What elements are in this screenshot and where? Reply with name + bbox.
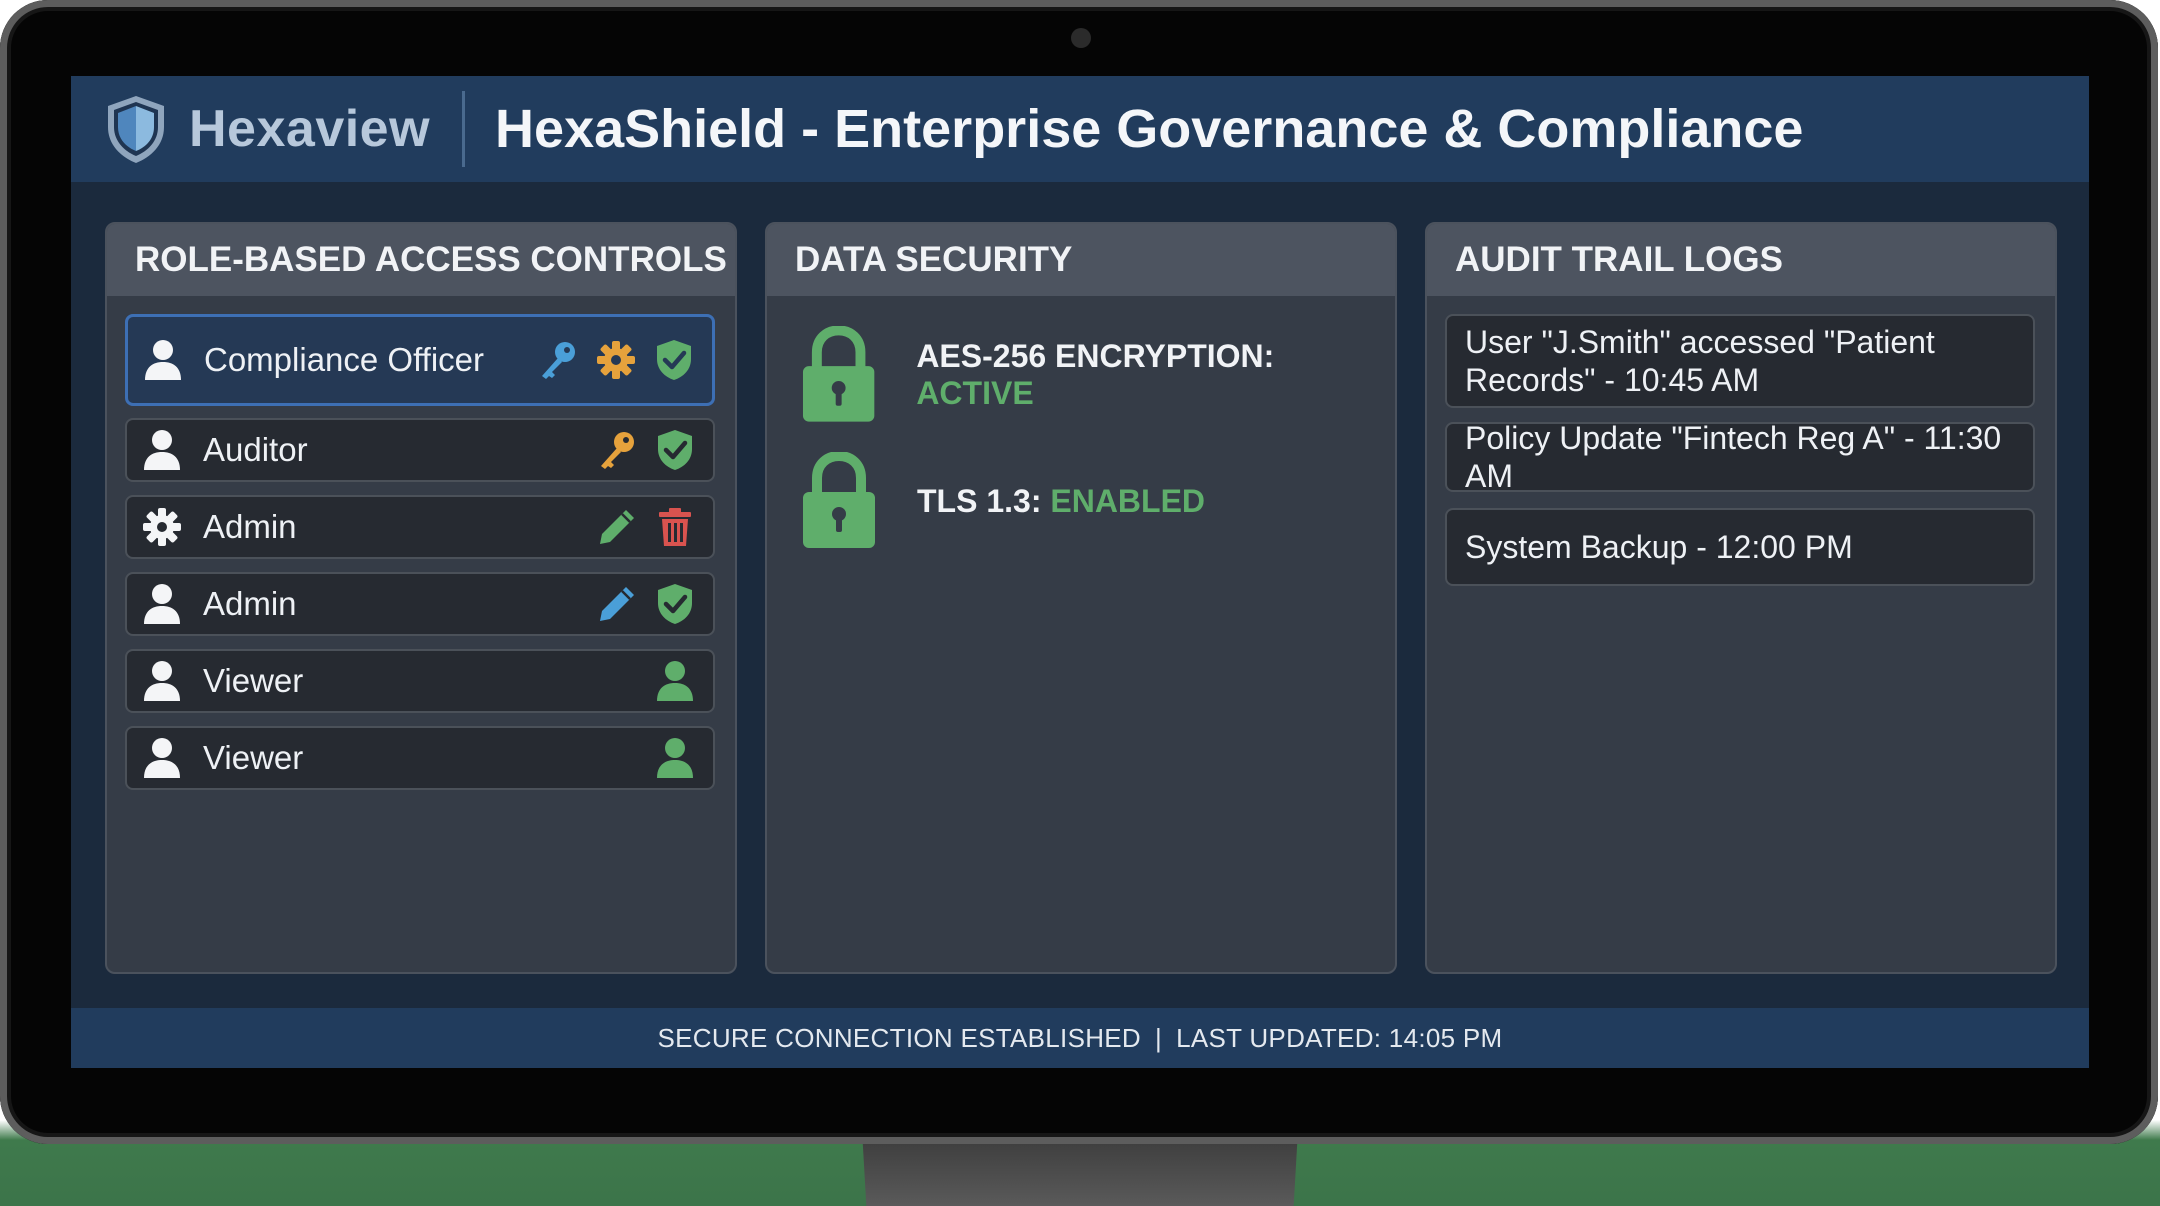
trash-icon[interactable] (653, 505, 697, 549)
connection-status: SECURE CONNECTION ESTABLISHED (657, 1022, 1142, 1053)
tls-status-value: ENABLED (1050, 482, 1206, 519)
user-icon[interactable] (653, 736, 697, 780)
role-label: Viewer (203, 662, 304, 699)
brand-name: Hexaview (189, 100, 431, 158)
pencil-icon[interactable] (595, 582, 639, 626)
panel-title: ROLE-BASED ACCESS CONTROLS (107, 224, 735, 296)
webcam (1071, 28, 1091, 48)
header-bar: Hexaview HexaShield - Enterprise Governa… (71, 76, 2089, 182)
role-label: Viewer (203, 739, 304, 776)
user-icon[interactable] (653, 659, 697, 703)
tls-label: TLS 1.3: (917, 482, 1042, 519)
status-separator: | (1155, 1022, 1163, 1053)
role-row-admin[interactable]: Admin (125, 495, 715, 559)
audit-trail-panel: AUDIT TRAIL LOGS User "J.Smith" accessed… (1425, 222, 2057, 974)
lock-icon (802, 326, 875, 422)
user-icon (141, 429, 183, 471)
role-row-auditor[interactable]: Auditor (125, 418, 715, 482)
role-label: Admin (203, 585, 297, 622)
shield-logo-icon (108, 96, 164, 163)
status-bar: SECURE CONNECTION ESTABLISHED | LAST UPD… (71, 1008, 2089, 1068)
panel-title: DATA SECURITY (767, 224, 1395, 296)
data-security-panel: DATA SECURITY AES-256 ENCRYPTION: ACTIVE (765, 222, 1397, 974)
role-row-viewer[interactable]: Viewer (125, 726, 715, 790)
tls-status: TLS 1.3: ENABLED (801, 452, 1205, 550)
key-icon[interactable] (595, 428, 639, 472)
role-row-compliance-officer[interactable]: Compliance Officer (125, 314, 715, 406)
gear-icon[interactable] (594, 338, 638, 382)
user-icon (141, 583, 183, 625)
role-label: Admin (203, 508, 297, 545)
key-icon[interactable] (536, 338, 580, 382)
user-icon (141, 660, 183, 702)
shield-check-icon[interactable] (652, 338, 696, 382)
encryption-status-value: ACTIVE (916, 375, 1034, 411)
last-updated: LAST UPDATED: 14:05 PM (1176, 1022, 1503, 1053)
audit-log-entry[interactable]: User "J.Smith" accessed "Patient Records… (1445, 314, 2035, 408)
shield-check-icon[interactable] (653, 582, 697, 626)
user-icon (142, 339, 184, 381)
role-row-viewer[interactable]: Viewer (125, 649, 715, 713)
audit-log-entry[interactable]: Policy Update "Fintech Reg A" - 11:30 AM (1445, 420, 2035, 494)
encryption-label: AES-256 ENCRYPTION: (916, 338, 1275, 374)
encryption-status: AES-256 ENCRYPTION: ACTIVE (801, 326, 1395, 424)
header-divider (462, 91, 466, 167)
shield-check-icon[interactable] (653, 428, 697, 472)
screen: Hexaview HexaShield - Enterprise Governa… (71, 76, 2089, 1068)
audit-log-entry[interactable]: System Backup - 12:00 PM (1445, 508, 2035, 586)
access-controls-panel: ROLE-BASED ACCESS CONTROLS Compliance Of… (105, 222, 737, 974)
role-label: Compliance Officer (204, 341, 485, 378)
lock-icon (803, 452, 875, 548)
pencil-icon[interactable] (595, 505, 639, 549)
role-label: Auditor (203, 431, 308, 468)
gear-icon (141, 506, 183, 548)
page-title: HexaShield - Enterprise Governance & Com… (495, 99, 1804, 159)
user-icon (141, 737, 183, 779)
role-row-admin[interactable]: Admin (125, 572, 715, 636)
panel-title: AUDIT TRAIL LOGS (1427, 224, 2055, 296)
